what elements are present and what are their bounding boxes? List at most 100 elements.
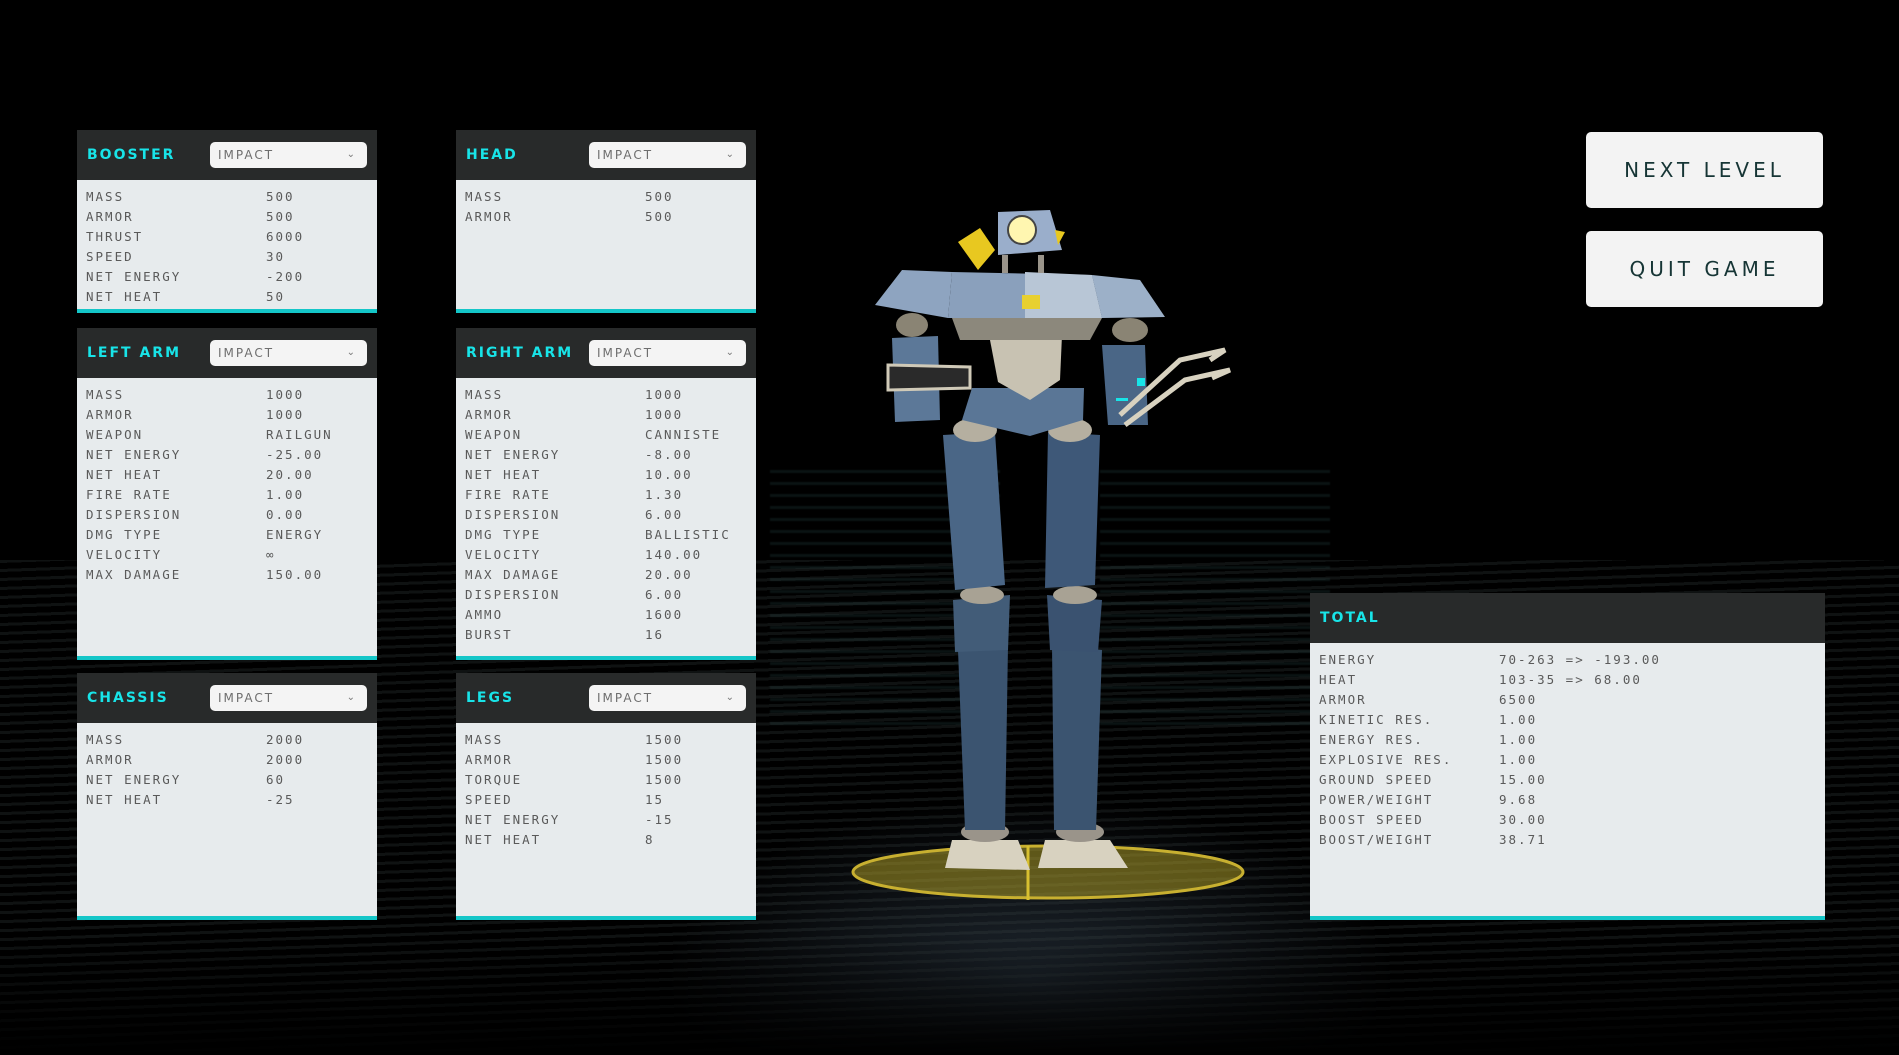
stat-label: FIRE RATE [465,487,551,502]
stat-row: POWER/WEIGHT 9.68 [1319,790,1825,810]
right-foot [1038,840,1128,868]
stat-row: THRUST 6000 [86,227,377,247]
stat-label: ARMOR [86,209,134,224]
stat-value: ∞ [266,547,276,562]
stat-row: MASS 2000 [86,730,377,750]
stat-row: MASS 500 [465,187,756,207]
railgun [886,363,972,392]
stat-label: DISPERSION [86,507,182,522]
stat-label: GROUND SPEED [1319,772,1434,787]
stat-row: NET ENERGY 60 [86,770,377,790]
left-arm-part-select[interactable]: IMPACT ⌄ [210,340,367,366]
stat-value: 103-35 => 68.00 [1499,672,1642,687]
stat-value: -8.00 [645,447,693,462]
legs-part-select[interactable]: IMPACT ⌄ [589,685,746,711]
stat-label: NET HEAT [465,467,542,482]
stat-label: ENERGY [1319,652,1377,667]
stat-label: VELOCITY [465,547,542,562]
stat-label: TORQUE [465,772,523,787]
stat-label: MASS [465,732,504,747]
selected-value: IMPACT [218,691,275,705]
stat-value: 1000 [645,387,684,402]
panel-title: CHASSIS [87,690,169,706]
stat-value: 1.00 [1499,732,1538,747]
stat-value: 2000 [266,752,305,767]
stat-value: 16 [645,627,665,642]
stat-value: 1.30 [645,487,684,502]
left-thigh [943,432,1005,590]
stat-label: NET ENERGY [465,447,561,462]
stat-label: BURST [465,627,513,642]
next-level-button[interactable]: NEXT LEVEL [1586,132,1823,208]
stat-row: DISPERSION 6.00 [465,505,756,525]
stat-value: RAILGUN [266,427,333,442]
stat-label: MASS [86,387,125,402]
stat-row: ENERGY 70-263 => -193.00 [1319,650,1825,670]
stat-list: MASS 2000 ARMOR 2000 NET ENERGY 60 NET HEAT -25 [77,723,377,810]
stat-label: BOOST SPEED [1319,812,1424,827]
stat-row: ARMOR 6500 [1319,690,1825,710]
stat-row: KINETIC RES. 1.00 [1319,710,1825,730]
booster-part-select[interactable]: IMPACT ⌄ [210,142,367,168]
stat-row: BURST 16 [465,625,756,645]
stat-row: VELOCITY 140.00 [465,545,756,565]
stat-row: DMG TYPE ENERGY [86,525,377,545]
right-shin [1052,645,1102,830]
panel-header: HEAD IMPACT ⌄ [456,130,756,180]
stat-value: 1000 [266,387,305,402]
legs-panel: LEGS IMPACT ⌄ MASS 1500 ARMOR 1500 TORQUE 150… [456,673,756,920]
stat-value: 50 [266,289,286,304]
robot-model[interactable] [840,200,1260,900]
stat-label: NET HEAT [465,832,542,847]
stat-row: MASS 1000 [465,385,756,405]
stat-row: NET HEAT 20.00 [86,465,377,485]
stat-value: 6.00 [645,587,684,602]
quit-game-button[interactable]: QUIT GAME [1586,231,1823,307]
left-shin [958,645,1008,830]
stat-row: GROUND SPEED 15.00 [1319,770,1825,790]
selected-value: IMPACT [218,148,275,162]
stat-row: DMG TYPE BALLISTIC [465,525,756,545]
right-arm-part-select[interactable]: IMPACT ⌄ [589,340,746,366]
stat-row: NET ENERGY -15 [465,810,756,830]
stat-label: MAX DAMAGE [465,567,561,582]
head-eye-light [1007,215,1037,245]
stat-row: AMMO 1600 [465,605,756,625]
chassis-part-select[interactable]: IMPACT ⌄ [210,685,367,711]
stat-row: MASS 1500 [465,730,756,750]
stat-value: 140.00 [645,547,703,562]
stat-value: 0.00 [266,507,305,522]
stat-row: SPEED 30 [86,247,377,267]
stat-value: 38.71 [1499,832,1547,847]
chevron-down-icon: ⌄ [346,149,357,160]
stat-value: -25.00 [266,447,324,462]
chassis-panel: CHASSIS IMPACT ⌄ MASS 2000 ARMOR 2000 NET EN… [77,673,377,920]
stat-label: NET HEAT [86,792,163,807]
stat-row: VELOCITY ∞ [86,545,377,565]
stat-label: DMG TYPE [86,527,163,542]
head-part-select[interactable]: IMPACT ⌄ [589,142,746,168]
panel-header: RIGHT ARM IMPACT ⌄ [456,328,756,378]
stat-value: ENERGY [266,527,324,542]
stat-label: POWER/WEIGHT [1319,792,1434,807]
stat-label: NET HEAT [86,289,163,304]
stat-value: 8 [645,832,655,847]
stat-value: 1.00 [266,487,305,502]
stat-list: MASS 500 ARMOR 500 THRUST 6000 SPEED 30 NET ENER… [77,180,377,307]
stat-value: -15 [645,812,674,827]
stat-row: EXPLOSIVE RES. 1.00 [1319,750,1825,770]
panel-title: TOTAL [1320,610,1380,626]
stat-value: 6500 [1499,692,1538,707]
chevron-down-icon: ⌄ [725,347,736,358]
stat-row: WEAPON CANNISTE [465,425,756,445]
stat-row: ENERGY RES. 1.00 [1319,730,1825,750]
stat-label: ARMOR [465,752,513,767]
stat-row: FIRE RATE 1.30 [465,485,756,505]
stat-value: 20.00 [266,467,314,482]
stat-row: ARMOR 500 [465,207,756,227]
stat-label: DMG TYPE [465,527,542,542]
panel-header: CHASSIS IMPACT ⌄ [77,673,377,723]
stat-row: MASS 500 [86,187,377,207]
stat-label: MASS [86,732,125,747]
stat-row: NET HEAT 10.00 [465,465,756,485]
